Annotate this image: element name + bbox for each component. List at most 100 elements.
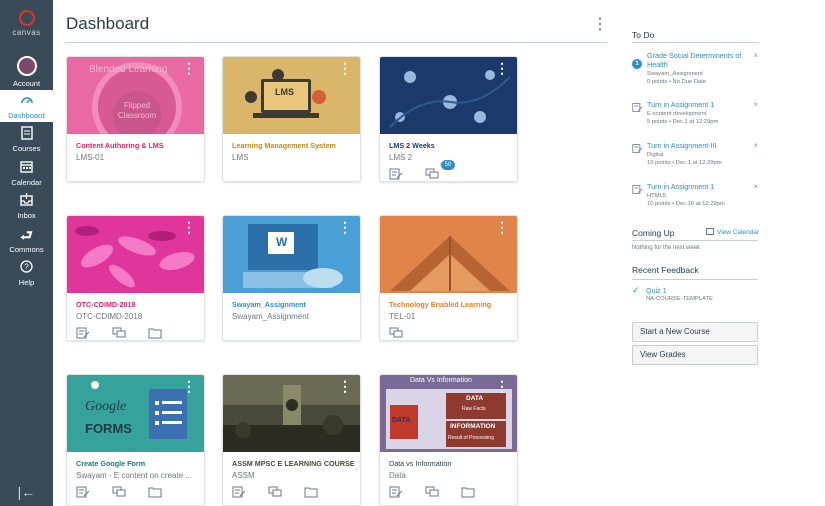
card-code: LMS 2 — [389, 153, 413, 162]
assignments-icon[interactable] — [389, 167, 403, 180]
todo-item[interactable]: Turn in Assignment 1 E content developme… — [632, 100, 758, 132]
card-title[interactable]: Technology Enabled Learning — [389, 300, 491, 309]
course-card[interactable]: ⋮ OTC-CDIMD-2018 OTC-CDIMD-2018 — [66, 215, 205, 341]
nav-item-commons[interactable]: ⮐ Commons — [0, 227, 53, 254]
dismiss-button[interactable]: × — [753, 100, 758, 109]
card-options-button[interactable]: ⋮ — [338, 379, 352, 393]
assignments-icon[interactable] — [76, 326, 90, 339]
nav-item-courses[interactable]: Courses — [0, 126, 53, 153]
todo-number-icon: 1 — [632, 52, 643, 69]
assignments-icon[interactable] — [389, 485, 403, 498]
card-hero[interactable]: Google FORMS ⋮ — [67, 375, 204, 452]
todo-item[interactable]: Turn in Assignment 1 HTML5 10 points • D… — [632, 182, 758, 214]
nav-item-label: Dashboard — [8, 111, 45, 120]
course-card[interactable]: Google FORMS ⋮ Create Google Form Swayam… — [66, 374, 205, 506]
inbox-icon — [0, 193, 53, 209]
card-options-button[interactable]: ⋮ — [182, 220, 196, 234]
card-code: ASSM — [232, 471, 255, 480]
discussions-icon[interactable] — [268, 485, 282, 497]
nav-item-label: Courses — [12, 144, 41, 153]
card-options-button[interactable]: ⋮ — [182, 61, 196, 75]
card-hero[interactable]: LMS ⋮ — [223, 57, 360, 134]
feedback-item-course: NA-COURSE-TEMPLATE — [646, 296, 713, 302]
nav-item-help[interactable]: ? Help — [0, 260, 53, 287]
dismiss-button[interactable]: × — [753, 182, 758, 191]
card-hero-text: Flipped Classroom — [117, 101, 157, 120]
nav-item-label: Calendar — [11, 178, 42, 187]
card-title[interactable]: Content Authoring & LMS — [76, 141, 164, 150]
page-title: Dashboard — [66, 14, 150, 33]
feedback-item[interactable]: ✓ Quiz 1 NA-COURSE-TEMPLATE — [632, 285, 758, 305]
files-icon[interactable] — [148, 485, 162, 498]
feedback-item-title[interactable]: Quiz 1 — [646, 286, 667, 295]
canvas-app: canvas Account Dashboard Courses Calenda… — [0, 0, 825, 506]
card-hero[interactable]: ⋮ — [380, 216, 517, 293]
coming-up-divider — [632, 240, 758, 241]
todo-item-meta: 10 points • Dec 16 at 12:29pm — [647, 201, 725, 207]
card-code: Swayam - E content on create ... — [76, 471, 193, 480]
assignments-icon[interactable] — [76, 485, 90, 498]
course-card[interactable]: Data Vs Information DATA DATA Raw Facts … — [379, 374, 518, 506]
todo-item[interactable]: 1 Grade Social Determinents of Health Sw… — [632, 51, 758, 93]
card-title[interactable]: Learning Management System — [232, 141, 336, 150]
course-card[interactable]: Blended Learning Flipped Classroom ⋮ Con… — [66, 56, 205, 182]
card-title[interactable]: Data vs Information — [389, 459, 451, 468]
card-options-button[interactable]: ⋮ — [495, 220, 509, 234]
card-options-button[interactable]: ⋮ — [338, 61, 352, 75]
card-hero[interactable]: Data Vs Information DATA DATA Raw Facts … — [380, 375, 517, 452]
course-card[interactable]: LMS ⋮ Learning Management System LMS — [222, 56, 361, 182]
course-card[interactable]: ⋮ Technology Enabled Learning TEL-01 — [379, 215, 518, 341]
card-options-button[interactable]: ⋮ — [495, 379, 509, 393]
course-card[interactable]: ⋮ LMS 2 Weeks LMS 2 50 — [379, 56, 518, 182]
collapse-nav-button[interactable]: |← — [0, 484, 53, 500]
discussions-icon[interactable] — [112, 326, 126, 338]
todo-item[interactable]: Turn in Assignment-III Digital 10 points… — [632, 141, 758, 173]
card-hero[interactable]: ⋮ — [67, 216, 204, 293]
nav-item-label: Account — [12, 79, 41, 88]
discussions-icon[interactable] — [389, 326, 403, 338]
card-hero-text: Blended Learning — [89, 64, 168, 75]
card-title[interactable]: Swayam_Assignment — [232, 300, 306, 309]
card-title[interactable]: LMS 2 Weeks — [389, 141, 435, 150]
canvas-logo-icon — [18, 10, 35, 26]
view-calendar-link[interactable]: View Calendar — [706, 228, 759, 236]
todo-item-title[interactable]: Turn in Assignment 1 — [647, 182, 743, 191]
course-card[interactable]: ⋮ ASSM MPSC E LEARNING COURSE ASSM — [222, 374, 361, 506]
card-hero[interactable]: W ⋮ — [223, 216, 360, 293]
card-options-button[interactable]: ⋮ — [182, 379, 196, 393]
dismiss-button[interactable]: × — [753, 141, 758, 150]
courses-icon — [0, 126, 53, 142]
card-hero[interactable]: ⋮ — [223, 375, 360, 452]
dismiss-button[interactable]: × — [753, 51, 758, 60]
card-options-button[interactable]: ⋮ — [338, 220, 352, 234]
dashboard-options-button[interactable]: ⋮ — [592, 14, 608, 34]
discussions-icon[interactable] — [425, 167, 439, 179]
start-new-course-button[interactable]: Start a New Course — [632, 322, 758, 342]
discussions-icon[interactable] — [425, 485, 439, 497]
card-title[interactable]: OTC-CDIMD-2018 — [76, 300, 136, 309]
card-options-button[interactable]: ⋮ — [495, 61, 509, 75]
nav-item-dashboard[interactable]: Dashboard — [0, 90, 53, 122]
files-icon[interactable] — [304, 485, 318, 498]
card-title[interactable]: Create Google Form — [76, 459, 145, 468]
card-code: OTC-CDIMD-2018 — [76, 312, 143, 321]
view-grades-button[interactable]: View Grades — [632, 345, 758, 365]
nav-item-calendar[interactable]: Calendar — [0, 160, 53, 187]
todo-item-title[interactable]: Grade Social Determinents of Health — [647, 51, 743, 69]
files-icon[interactable] — [148, 326, 162, 339]
card-hero-text: FORMS — [85, 421, 132, 436]
assignments-icon[interactable] — [232, 485, 246, 498]
todo-item-meta: 0 points • No Due Date — [647, 79, 707, 85]
card-hero-text: W — [276, 235, 288, 249]
files-icon[interactable] — [461, 485, 475, 498]
card-title[interactable]: ASSM MPSC E LEARNING COURSE — [232, 459, 355, 468]
todo-item-title[interactable]: Turn in Assignment-III — [647, 141, 743, 150]
card-hero[interactable]: Blended Learning Flipped Classroom ⋮ — [67, 57, 204, 134]
nav-item-inbox[interactable]: Inbox — [0, 193, 53, 220]
todo-item-title[interactable]: Turn in Assignment 1 — [647, 100, 743, 109]
discussions-icon[interactable] — [112, 485, 126, 497]
nav-item-account[interactable]: Account — [0, 56, 53, 88]
card-hero[interactable]: ⋮ — [380, 57, 517, 134]
canvas-logo[interactable]: canvas — [0, 10, 53, 37]
course-card[interactable]: W ⋮ Swayam_Assignment Swayam_Assignment — [222, 215, 361, 341]
